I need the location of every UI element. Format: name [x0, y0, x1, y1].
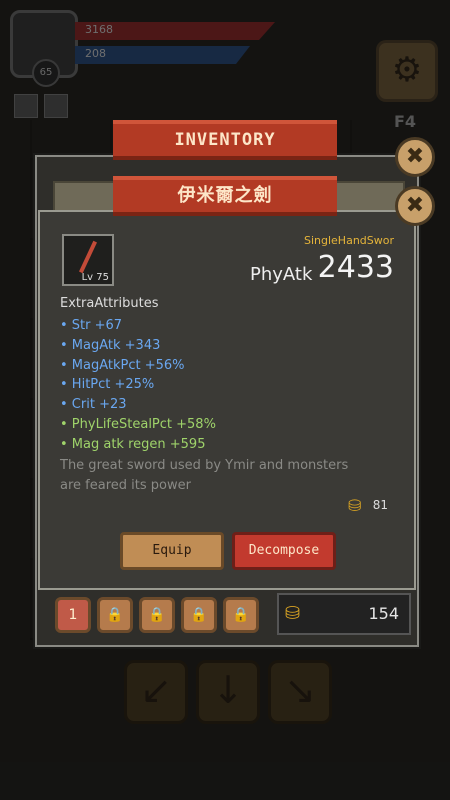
- inventory-footer: 1 🔒 🔒 🔒 🔒 ⛁ 154: [47, 593, 411, 637]
- lock-icon: 🔒: [106, 607, 124, 623]
- item-icon: Lv 75: [62, 234, 114, 286]
- attribute-list: • Str +67 • MagAtk +343 • MagAtkPct +56%…: [60, 316, 216, 455]
- attribute-item: • Str +67: [60, 318, 123, 333]
- item-type: SingleHandSwor: [303, 234, 394, 247]
- main-stat-value: 2433: [317, 250, 394, 285]
- attribute-item: • Crit +23: [60, 397, 127, 413]
- lock-icon: 🔒: [232, 607, 250, 623]
- locked-slot[interactable]: 🔒: [139, 597, 175, 633]
- lock-icon: 🔒: [190, 607, 208, 623]
- decompose-button[interactable]: Decompose: [232, 532, 336, 570]
- item-name-ribbon: 伊米爾之劍: [113, 176, 337, 216]
- close-icon: ✖: [405, 144, 425, 169]
- coin-icon: ⛁: [285, 603, 301, 624]
- item-price: 81: [372, 498, 388, 512]
- locked-slot[interactable]: 🔒: [223, 597, 259, 633]
- main-stat-name: PhyAtk: [250, 264, 313, 285]
- close-inventory-button[interactable]: ✖: [395, 137, 435, 177]
- close-icon: ✖: [405, 193, 425, 218]
- item-description: The great sword used by Ymir and monster…: [60, 458, 349, 493]
- inventory-page-1[interactable]: 1: [55, 597, 91, 633]
- inventory-title-ribbon: INVENTORY: [113, 120, 337, 160]
- item-level: Lv 75: [81, 272, 109, 283]
- equip-button[interactable]: Equip: [120, 532, 224, 570]
- item-detail-panel: Lv 75 SingleHandSwor PhyAtk 2433 ExtraAt…: [38, 210, 416, 590]
- close-item-button[interactable]: ✖: [395, 186, 435, 226]
- extra-attributes-title: ExtraAttributes: [60, 296, 159, 311]
- gold-amount: 154: [368, 604, 399, 623]
- attribute-item: • PhyLifeStealPct +58%: [60, 416, 216, 432]
- attribute-item: • MagAtkPct +56%: [60, 357, 185, 373]
- attribute-item: • HitPct +25%: [60, 377, 155, 393]
- attribute-item: • Mag atk regen +595: [60, 436, 206, 452]
- lock-icon: 🔒: [148, 607, 166, 623]
- sword-icon: [79, 240, 97, 274]
- attribute-item: • MagAtk +343: [60, 337, 161, 353]
- coin-icon: ⛁: [348, 496, 362, 515]
- locked-slot[interactable]: 🔒: [181, 597, 217, 633]
- locked-slot[interactable]: 🔒: [97, 597, 133, 633]
- gold-display: ⛁ 154: [277, 593, 411, 635]
